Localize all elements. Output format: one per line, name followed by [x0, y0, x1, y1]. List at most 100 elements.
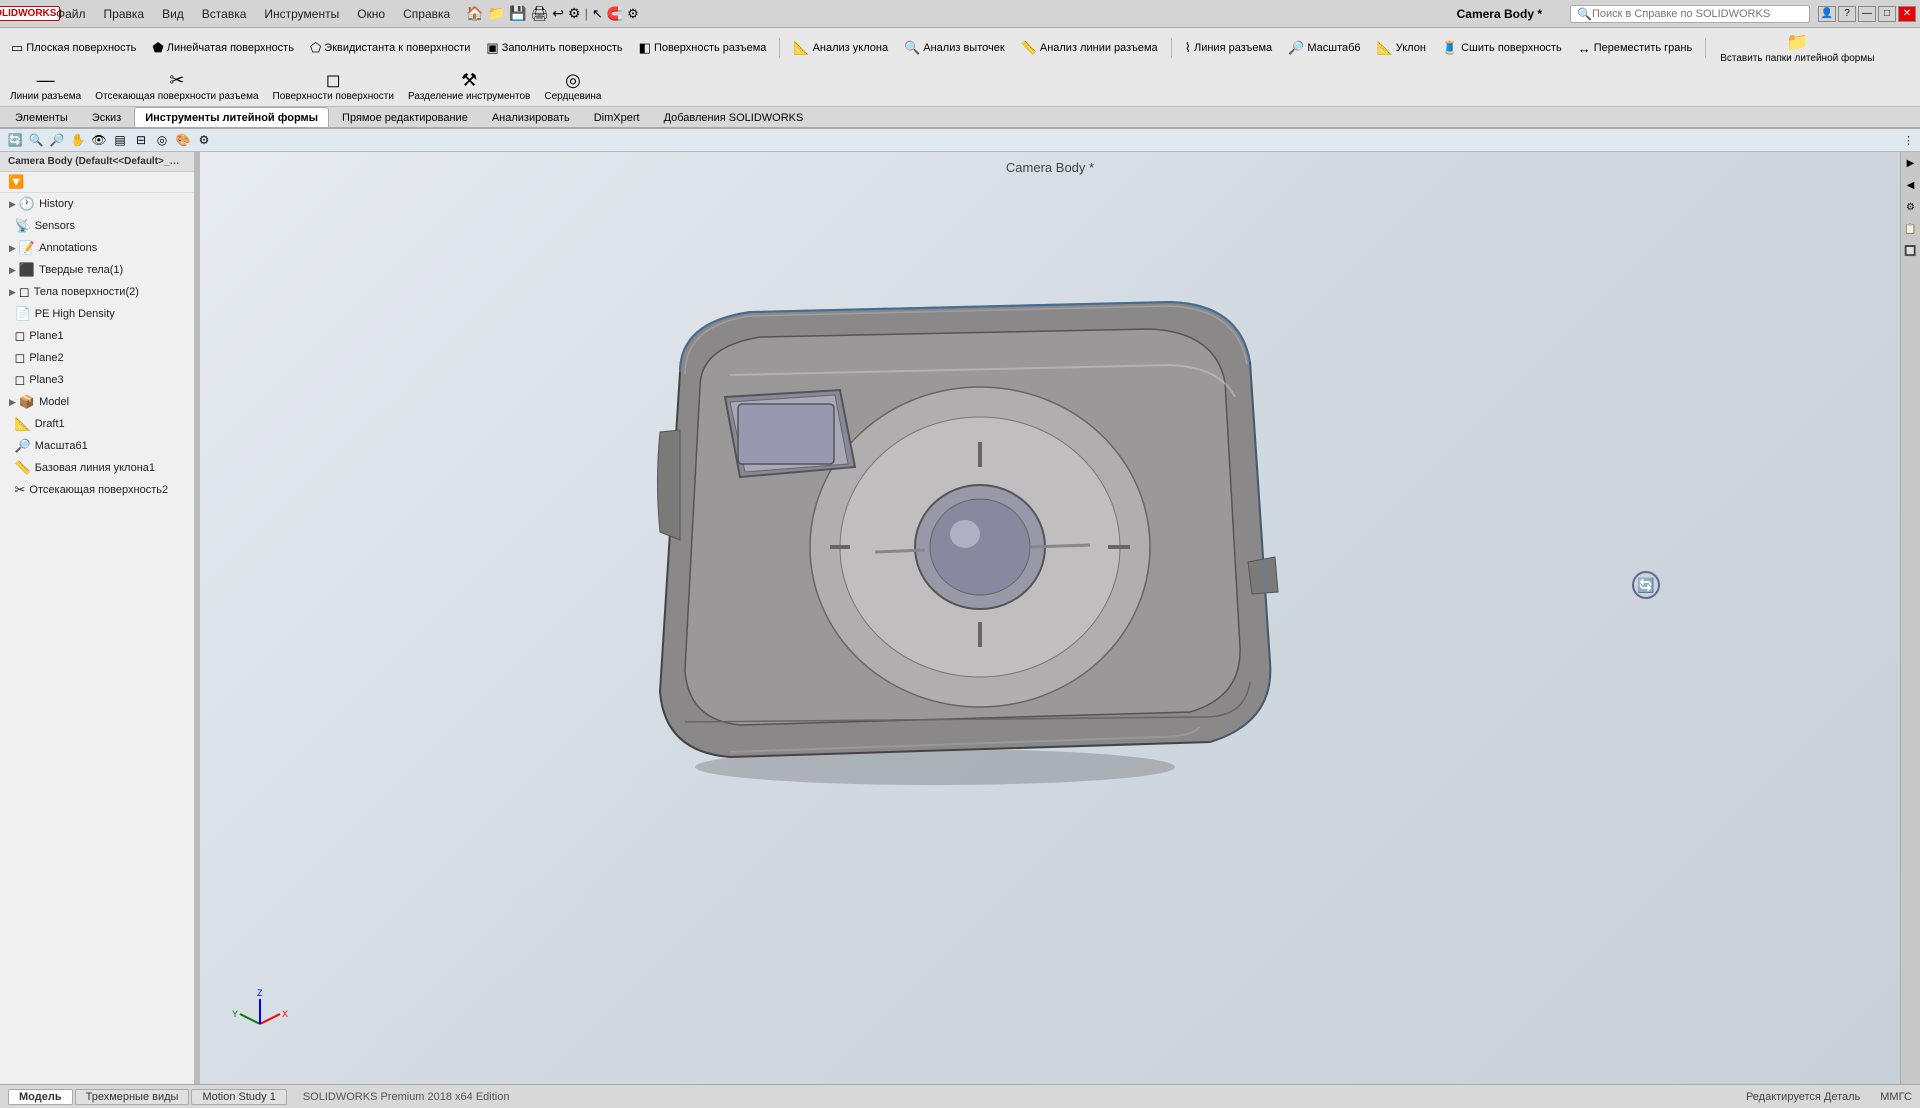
tree-item-model[interactable]: ▶ 📦 Model	[0, 391, 194, 413]
maximize-btn[interactable]: □	[1878, 6, 1896, 22]
filter-icon[interactable]: 🔽	[8, 174, 24, 190]
shut-off-surface-btn[interactable]: ✂ Отсекающая поверхности разъема	[89, 68, 264, 104]
menu-help[interactable]: Справка	[395, 5, 458, 23]
tree-item-history[interactable]: ▶ 🕐 History	[0, 193, 194, 215]
search-box[interactable]: 🔍	[1570, 5, 1810, 23]
folder-icon[interactable]: 📁	[488, 5, 505, 22]
right-panel-btn-5[interactable]: 🔲	[1902, 242, 1920, 260]
rotate-view-icon[interactable]: 🔄	[6, 131, 24, 149]
minimize-btn[interactable]: —	[1858, 6, 1876, 22]
settings-view-icon[interactable]: ⚙	[195, 131, 213, 149]
user-icon-btn[interactable]: 👤	[1818, 6, 1836, 22]
insert-folder-icon: 📁	[1786, 32, 1808, 53]
render-icon[interactable]: 🎨	[174, 131, 192, 149]
tree-item-draft1[interactable]: 📐 Draft1	[0, 413, 194, 435]
gear2-icon[interactable]: ⚙	[627, 6, 639, 22]
bottom-tab-model[interactable]: Модель	[8, 1089, 73, 1105]
menu-tools[interactable]: Инструменты	[256, 5, 347, 23]
parting-line-analysis-btn[interactable]: 📏 Анализ линии разъема	[1014, 37, 1165, 59]
draft-btn[interactable]: 📐 Уклон	[1370, 37, 1433, 59]
help-btn[interactable]: ?	[1838, 6, 1856, 22]
search-input[interactable]	[1592, 8, 1792, 20]
move-face-btn[interactable]: ↔ Переместить грань	[1571, 38, 1700, 59]
core-icon: ◎	[565, 70, 581, 91]
zoom-in-icon[interactable]: 🔎	[48, 131, 66, 149]
tree-item-plane2[interactable]: ◻ Plane2	[0, 347, 194, 369]
ruled-surface-btn[interactable]: ⬟ Линейчатая поверхность	[145, 37, 301, 59]
right-panel-btn-4[interactable]: 📋	[1902, 220, 1920, 238]
tree-item-scale61[interactable]: 🔎 Масшта61	[0, 435, 194, 457]
save-icon[interactable]: 💾	[509, 5, 526, 22]
magnet-icon[interactable]: 🧲	[607, 6, 623, 22]
core-btn[interactable]: ◎ Сердцевина	[538, 68, 607, 104]
tab-direct-edit[interactable]: Прямое редактирование	[331, 107, 479, 127]
annotations-label: Annotations	[39, 242, 97, 254]
fill-surface-label: Заполнить поверхность	[502, 42, 623, 54]
parting-lines-btn[interactable]: — Линии разъема	[4, 68, 87, 104]
tree-item-shut-off2[interactable]: ✂ Отсекающая поверхность2	[0, 479, 194, 501]
draft1-icon: 📐	[15, 416, 31, 432]
tree-item-draft-baseline1[interactable]: 📏 Базовая линия уклона1	[0, 457, 194, 479]
fill-surface-btn[interactable]: ▣ Заполнить поверхность	[479, 37, 629, 59]
close-btn[interactable]: ✕	[1898, 6, 1916, 22]
parting-line-btn[interactable]: ⌇ Линия разъема	[1178, 37, 1280, 59]
bottom-tab-3d-views[interactable]: Трехмерные виды	[75, 1089, 190, 1105]
options-icon[interactable]: ⚙	[568, 5, 581, 22]
right-panel-btn-3[interactable]: ⚙	[1902, 198, 1920, 216]
menu-window[interactable]: Окно	[349, 5, 393, 23]
tree-item-pe-high-density[interactable]: 📄 PE High Density	[0, 303, 194, 325]
tab-solidworks-addins[interactable]: Добавления SOLIDWORKS	[653, 107, 815, 127]
scale-icon: 🔎	[1288, 40, 1304, 56]
tree-item-plane1[interactable]: ◻ Plane1	[0, 325, 194, 347]
tree-item-annotations[interactable]: ▶ 📝 Annotations	[0, 237, 194, 259]
status-units: ММГС	[1880, 1091, 1912, 1103]
tab-mold-tools[interactable]: Инструменты литейной формы	[134, 107, 329, 127]
pointer-icon[interactable]: ↖	[592, 6, 603, 22]
knit-surface-btn[interactable]: 🧵 Сшить поверхность	[1435, 37, 1569, 59]
tree-item-surface-bodies[interactable]: ▶ ◻ Тела поверхности(2)	[0, 281, 194, 303]
menu-view[interactable]: Вид	[154, 5, 192, 23]
draft-icon: 📐	[1377, 40, 1393, 56]
section-view-icon[interactable]: ⊟	[132, 131, 150, 149]
draft-analysis-btn[interactable]: 📐 Анализ уклона	[786, 37, 895, 59]
parting-surfaces-btn[interactable]: ◻ Поверхности поверхности	[267, 68, 400, 104]
home-icon[interactable]: 🏠	[466, 5, 483, 22]
flat-surface-btn[interactable]: ▭ Плоская поверхность	[4, 37, 143, 59]
sidebar-header: Camera Body (Default<<Default>_Display	[0, 152, 194, 172]
menu-file[interactable]: Файл	[48, 5, 94, 23]
sensors-icon: 📡	[15, 218, 31, 234]
pe-icon: 📄	[15, 306, 31, 322]
viewport[interactable]: Camera Body *	[200, 152, 1900, 1084]
pan-icon[interactable]: ✋	[69, 131, 87, 149]
transparency-icon[interactable]: ◎	[153, 131, 171, 149]
move-face-icon: ↔	[1578, 41, 1591, 56]
shut-off-label: Отсекающая поверхности разъема	[95, 91, 258, 102]
menu-edit[interactable]: Правка	[96, 5, 153, 23]
tree-item-solid-bodies[interactable]: ▶ ⬛ Твердые тела(1)	[0, 259, 194, 281]
parting-surface-btn[interactable]: ◧ Поверхность разъема	[632, 37, 774, 59]
zoom-to-fit-icon[interactable]: 🔍	[27, 131, 45, 149]
right-panel-btn-2[interactable]: ◀	[1902, 176, 1920, 194]
insert-mold-folders-btn[interactable]: 📁 Вставить папки литейной формы	[1712, 30, 1882, 66]
tab-sketch[interactable]: Эскиз	[81, 107, 132, 127]
print-icon[interactable]: 🖨	[531, 5, 549, 22]
tab-dimxpert[interactable]: DimXpert	[583, 107, 651, 127]
undercut-analysis-btn[interactable]: 🔍 Анализ выточек	[897, 37, 1012, 59]
view-orient-icon[interactable]: 👁	[90, 131, 108, 149]
tree-item-plane3[interactable]: ◻ Plane3	[0, 369, 194, 391]
expand-icon[interactable]: ⋮	[1903, 134, 1914, 147]
annotations-arrow: ▶	[9, 243, 16, 254]
tooling-split-btn[interactable]: ⚒ Разделение инструментов	[402, 68, 536, 104]
surface-bodies-arrow: ▶	[9, 287, 16, 298]
tree-item-sensors[interactable]: 📡 Sensors	[0, 215, 194, 237]
right-panel-btn-1[interactable]: ▶	[1902, 154, 1920, 172]
tab-analyze[interactable]: Анализировать	[481, 107, 581, 127]
bottom-tab-motion-study[interactable]: Motion Study 1	[191, 1089, 286, 1105]
offset-surface-btn[interactable]: ⬠ Эквидистанта к поверхности	[303, 37, 477, 59]
scale-btn[interactable]: 🔎 Масштаб6	[1281, 37, 1367, 59]
menu-insert[interactable]: Вставка	[194, 5, 255, 23]
undo-icon[interactable]: ↩	[552, 5, 564, 22]
tab-elements[interactable]: Элементы	[4, 107, 79, 127]
display-style-icon[interactable]: ▤	[111, 131, 129, 149]
shut-off2-label: Отсекающая поверхность2	[29, 484, 168, 496]
